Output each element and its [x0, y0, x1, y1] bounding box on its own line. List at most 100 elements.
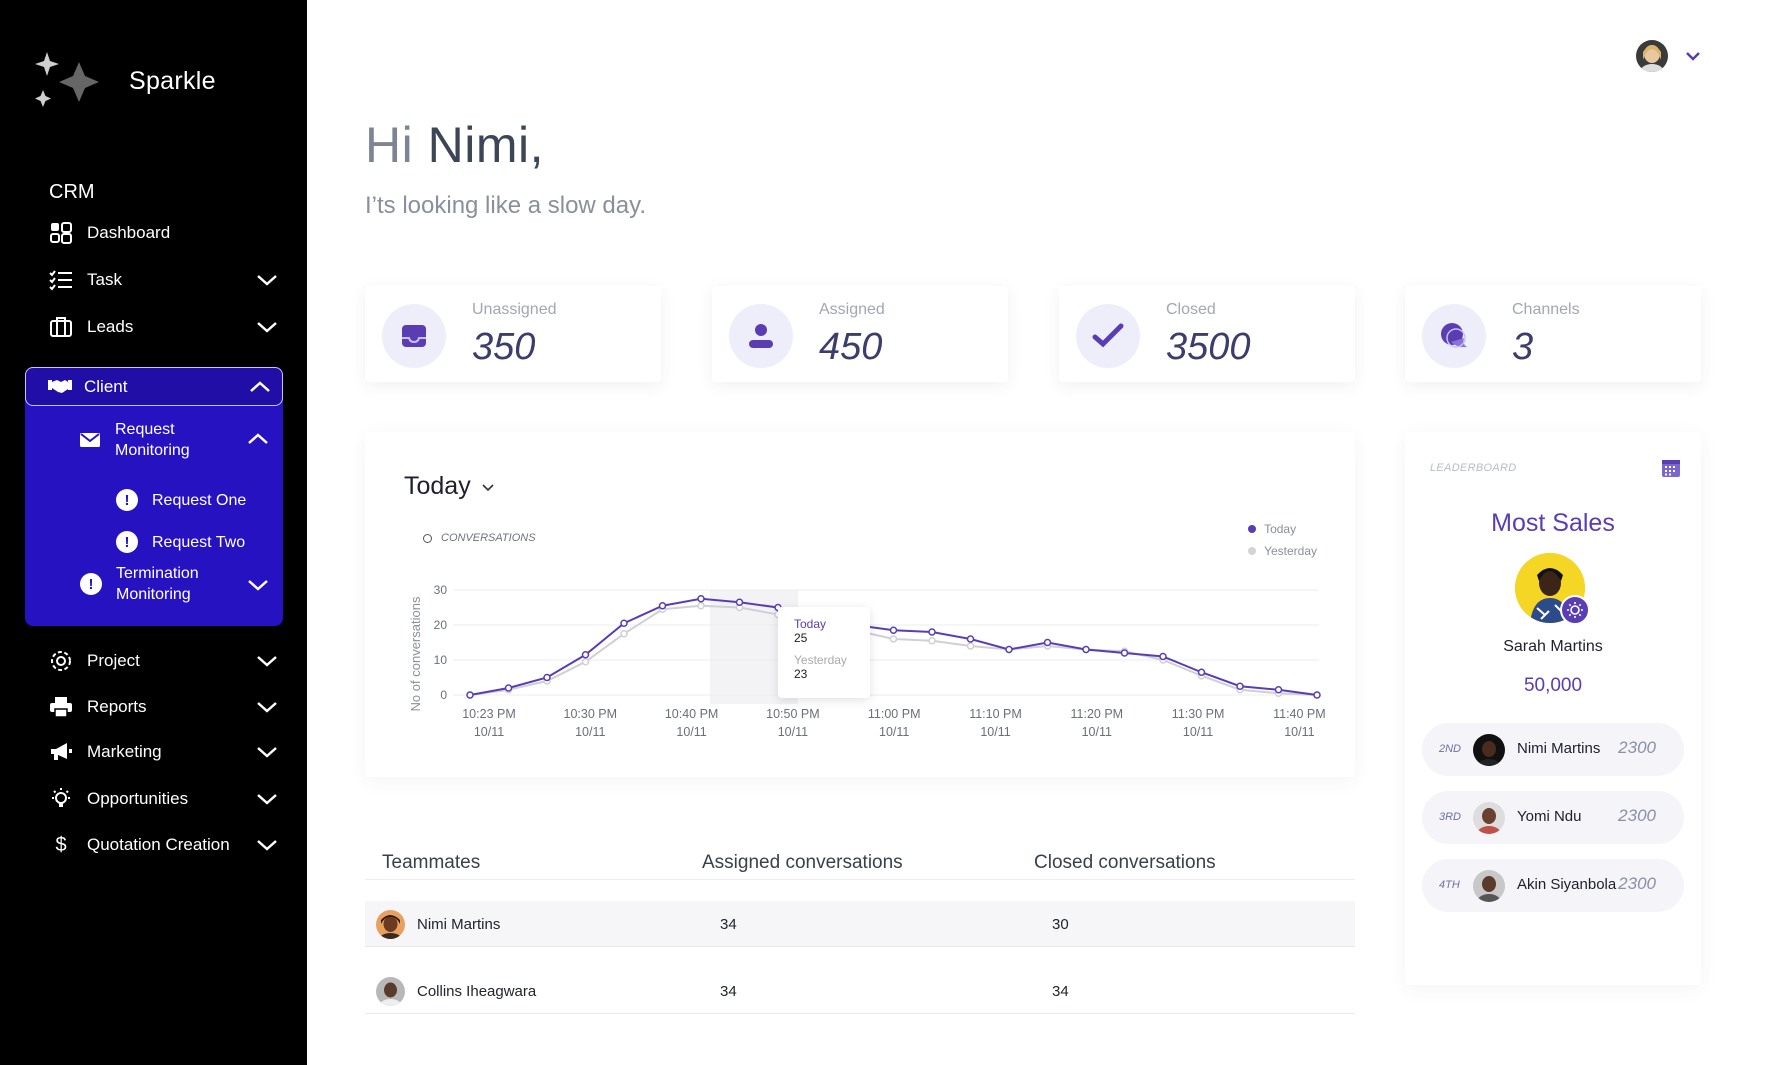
chevron-up-icon[interactable] — [246, 427, 270, 451]
sidebar-item-opportunities[interactable]: Opportunities — [49, 779, 279, 819]
table-row[interactable]: Collins Iheagwara 34 34 — [365, 968, 1355, 1014]
stat-card-channels[interactable]: Channels 3 — [1405, 286, 1701, 382]
winner-score: 50,000 — [1523, 675, 1583, 696]
sidebar-item-termination-monitoring[interactable]: ! Termination Monitoring — [80, 563, 270, 605]
gear-icon — [49, 649, 73, 673]
user-menu[interactable] — [1636, 40, 1702, 72]
data-point-today — [1197, 668, 1206, 676]
sidebar-item-request-one[interactable]: ! Request One — [116, 489, 246, 511]
brand[interactable]: Sparkle — [33, 50, 216, 112]
stat-card-assigned[interactable]: Assigned 450 — [712, 286, 1008, 382]
sidebar-item-label: Leads — [87, 317, 134, 336]
y-tick-label: 20 — [434, 618, 448, 632]
data-point-today — [889, 626, 898, 634]
sidebar-item-reports[interactable]: Reports — [49, 687, 279, 727]
lightbulb-icon — [49, 787, 73, 811]
tooltip-today-value: 25 — [794, 631, 808, 645]
sidebar-item-marketing[interactable]: Marketing — [49, 732, 279, 772]
sidebar-item-label: Reports — [87, 697, 147, 716]
data-point-yesterday — [620, 630, 628, 638]
dashboard-icon — [49, 221, 73, 245]
client-group: Client Request Monitoring ! Request One … — [25, 367, 283, 626]
chart-tooltip: Today 25 Yesterday 23 — [778, 607, 870, 698]
stat-card-unassigned[interactable]: Unassigned 350 — [365, 286, 661, 382]
x-tick-label: 10/11 — [879, 725, 909, 739]
greeting-name: Nimi, — [427, 117, 544, 173]
megaphone-icon — [49, 740, 73, 764]
sidebar-item-label: Project — [87, 651, 140, 670]
stat-value: 3 — [1512, 326, 1534, 368]
sidebar-item-quotation-creation[interactable]: $ Quotation Creation — [49, 825, 279, 865]
winner-name: Sarah Martins — [1503, 638, 1603, 655]
data-point-today — [966, 635, 975, 643]
x-tick-label: 10/11 — [778, 725, 808, 739]
task-list-icon — [49, 268, 73, 292]
x-tick-label: 10:30 PM — [564, 707, 618, 721]
sidebar-subitem-label: Request One — [152, 491, 247, 509]
avatar — [1473, 802, 1505, 834]
sidebar-item-task[interactable]: Task — [49, 260, 279, 300]
x-tick-label: 11:20 PM — [1071, 707, 1124, 721]
chevron-down-icon[interactable] — [255, 695, 279, 719]
sidebar-item-label: Task — [87, 270, 122, 289]
closed-count: 30 — [1052, 916, 1069, 933]
x-tick-label: 10:40 PM — [665, 707, 719, 721]
leaderboard-value: 2300 — [1618, 874, 1656, 893]
sidebar-subitem-label: Request Two — [152, 533, 246, 551]
x-tick-label: 10/11 — [575, 725, 605, 739]
table-row[interactable]: Nimi Martins 34 30 — [365, 901, 1355, 947]
chevron-down-icon[interactable] — [255, 833, 279, 857]
x-tick-label: 10:50 PM — [766, 707, 820, 721]
data-point-today — [1082, 645, 1090, 654]
data-point-today — [928, 628, 936, 636]
stat-label: Channels — [1512, 301, 1580, 318]
chevron-down-icon[interactable] — [255, 649, 279, 673]
leaderboard-row[interactable]: 2ND Nimi Martins 2300 — [1422, 723, 1684, 776]
stat-value: 450 — [819, 326, 883, 368]
calendar-icon[interactable] — [1661, 458, 1681, 478]
page-title: Hi Nimi, — [365, 116, 544, 174]
x-tick-label: 10/11 — [1284, 725, 1314, 739]
leaderboard-heading: Most Sales — [1491, 509, 1615, 537]
stat-label: Closed — [1166, 301, 1216, 318]
stat-label: Assigned — [819, 301, 885, 318]
sidebar-item-dashboard[interactable]: Dashboard — [49, 213, 279, 253]
sidebar-item-label: Opportunities — [87, 789, 189, 808]
chevron-down-icon[interactable] — [1684, 47, 1702, 65]
x-tick-label: 10/11 — [980, 725, 1010, 739]
sidebar-item-label: Quotation Creation — [87, 835, 230, 854]
sidebar-item-client[interactable]: Client — [25, 367, 283, 406]
award-badge-icon — [1560, 595, 1590, 625]
rank-label: 2ND — [1439, 743, 1462, 755]
leaderboard-row[interactable]: 4TH Akin Siyanbola 2300 — [1422, 859, 1684, 912]
teammate-name: Collins Iheagwara — [417, 983, 537, 1000]
sidebar-item-leads[interactable]: Leads — [49, 307, 279, 347]
sidebar-item-project[interactable]: Project — [49, 641, 279, 681]
data-point-today — [1274, 686, 1283, 694]
x-tick-label: 11:30 PM — [1172, 707, 1225, 721]
sidebar-item-request-two[interactable]: ! Request Two — [116, 531, 245, 553]
chevron-down-icon[interactable] — [255, 787, 279, 811]
stat-card-closed[interactable]: Closed 3500 — [1059, 286, 1355, 382]
chevron-down-icon[interactable] — [255, 315, 279, 339]
data-point-today — [735, 598, 744, 606]
avatar[interactable] — [1636, 40, 1668, 72]
leaderboard-row[interactable]: 3RD Yomi Ndu 2300 — [1422, 791, 1684, 844]
sidebar: Sparkle CRM Dashboard Task Leads Client … — [0, 0, 307, 1065]
chevron-down-icon[interactable] — [255, 740, 279, 764]
sidebar-item-request-monitoring[interactable]: Request Monitoring — [79, 419, 269, 461]
chevron-down-icon[interactable] — [246, 573, 270, 597]
column-header: Assigned conversations — [702, 852, 903, 873]
leaderboard-name: Yomi Ndu — [1517, 808, 1582, 825]
alert-icon: ! — [116, 489, 138, 511]
chevron-down-icon[interactable] — [255, 268, 279, 292]
x-tick-label: 10/11 — [474, 725, 504, 739]
chevron-up-icon[interactable] — [248, 375, 272, 399]
rank-label: 3RD — [1439, 811, 1462, 823]
dollar-icon: $ — [55, 833, 67, 856]
data-point-today — [620, 619, 628, 627]
table-header: Teammates Assigned conversations Closed … — [365, 840, 1355, 880]
x-tick-label: 10/11 — [1183, 725, 1213, 739]
printer-icon — [49, 695, 73, 719]
data-point-today — [1005, 645, 1013, 654]
